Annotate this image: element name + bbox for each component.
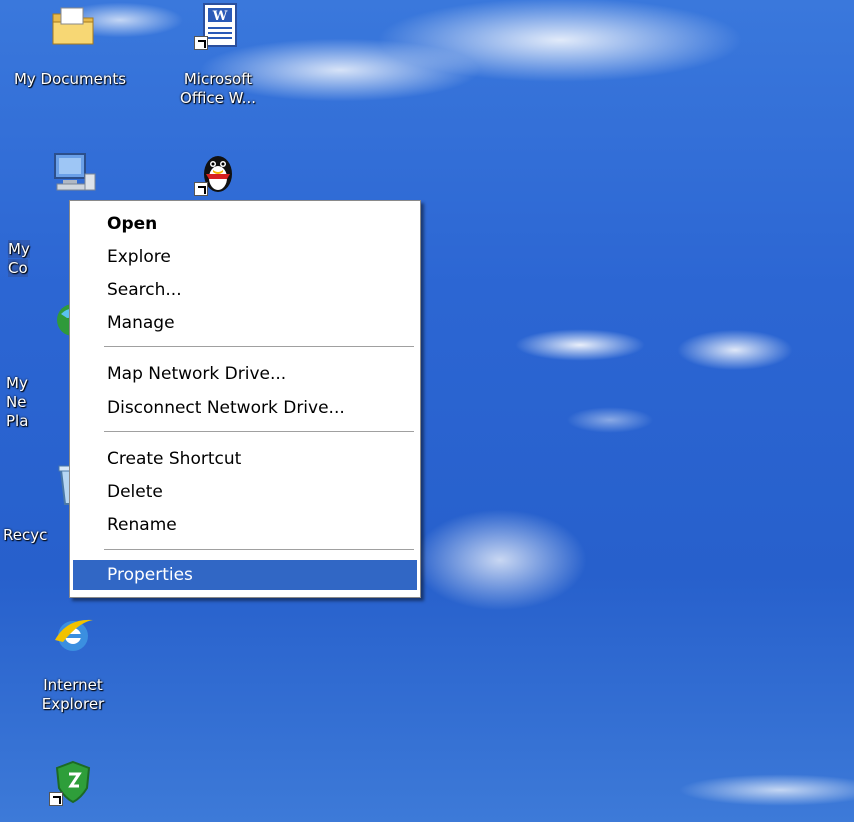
internet-explorer-icon [49,610,97,658]
computer-icon [49,148,97,196]
shortcut-arrow-icon [194,182,208,196]
menu-separator [104,549,414,551]
svg-text:W: W [212,9,228,24]
menu-item-properties[interactable]: Properties [73,560,417,590]
menu-item-open[interactable]: Open [73,209,417,239]
desktop-icon-label: My Ne Pla [6,374,29,430]
menu-item-create-shortcut[interactable]: Create Shortcut [73,444,417,474]
word-icon: W [194,2,242,50]
folder-icon [49,2,97,50]
desktop-background[interactable]: My Documents W Microsoft Office W... My … [0,0,854,822]
desktop-icon-label: Internet Explorer [41,676,105,713]
menu-item-delete[interactable]: Delete [73,477,417,507]
shortcut-arrow-icon [194,36,208,50]
qq-penguin-icon [194,148,242,196]
menu-item-manage[interactable]: Manage [73,308,417,338]
shortcut-arrow-icon [49,792,63,806]
selected-label: My Co [8,240,30,277]
menu-item-disconnect-network-drive[interactable]: Disconnect Network Drive... [73,393,417,423]
menu-item-rename[interactable]: Rename [73,510,417,540]
menu-item-explore[interactable]: Explore [73,242,417,272]
menu-item-search[interactable]: Search... [73,275,417,305]
desktop-icon-label: My Documents [13,70,127,88]
security-shield-icon [49,758,97,806]
desktop-icon-label: Microsoft Office W... [180,70,256,107]
menu-separator [104,431,414,433]
menu-item-map-network-drive[interactable]: Map Network Drive... [73,359,417,389]
menu-separator [104,346,414,348]
desktop-icon-label: Recyc [3,526,48,544]
context-menu: Open Explore Search... Manage Map Networ… [69,200,421,598]
desktop-icon-label: My Co [0,221,54,278]
